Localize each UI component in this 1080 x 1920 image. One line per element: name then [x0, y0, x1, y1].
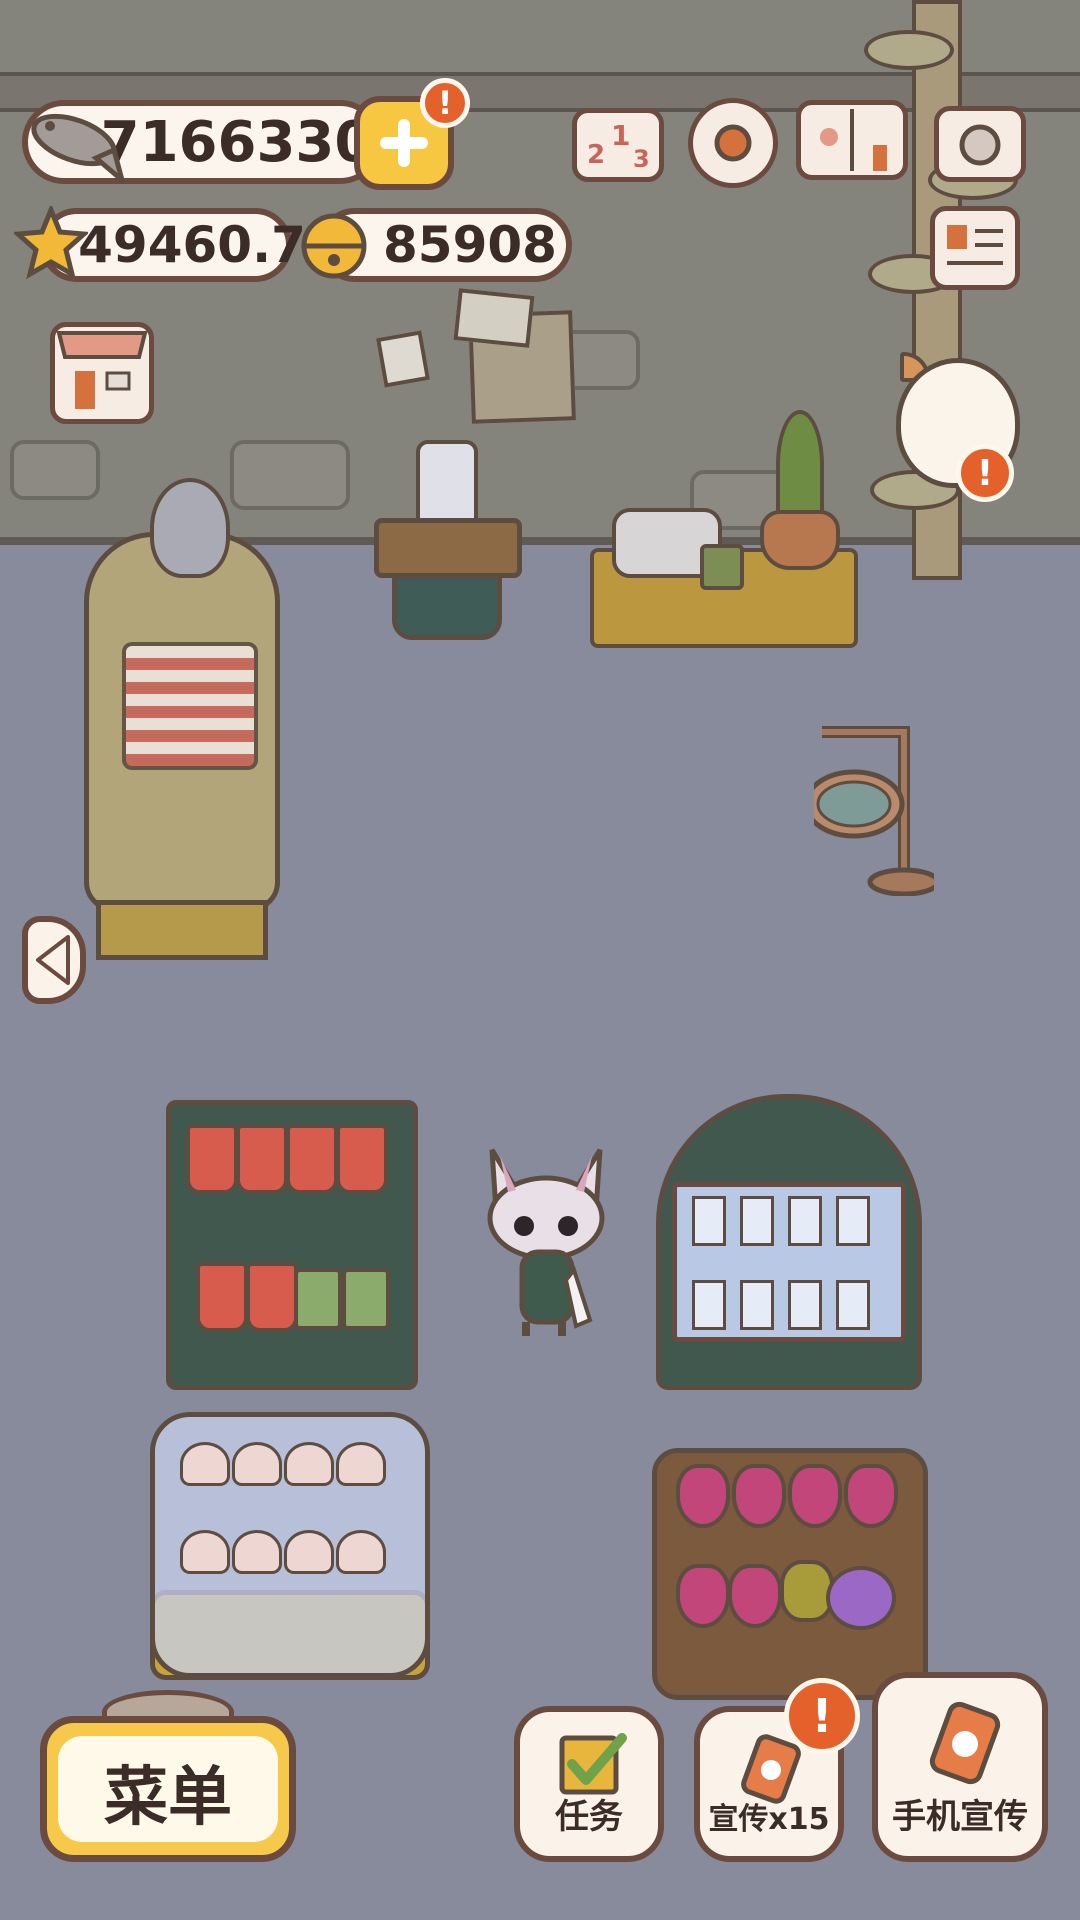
milk-carton — [740, 1196, 774, 1246]
cat-tree-step — [864, 30, 954, 70]
plant-pot — [760, 510, 840, 570]
ranking-icon[interactable]: 2 1 3 — [572, 108, 664, 182]
snack-cup — [196, 1262, 248, 1332]
phone-promote-button-label: 手机宣传 — [892, 1797, 1028, 1837]
milk-carton — [788, 1196, 822, 1246]
tea-cup — [700, 544, 744, 590]
ice-cream-cone — [336, 1530, 386, 1574]
tasks-button[interactable]: 任务 — [514, 1706, 664, 1862]
ice-cream-cone — [284, 1442, 334, 1486]
menu-button-label: 菜单 — [58, 1736, 278, 1842]
wall-stone — [230, 440, 350, 510]
phone-paw-icon — [741, 1734, 801, 1804]
phone-stand-base — [392, 574, 502, 640]
bell-icon — [301, 213, 367, 279]
phone-promote-button[interactable]: 手机宣传 — [872, 1672, 1048, 1862]
milk-carton — [788, 1280, 822, 1330]
storefront-icon — [56, 331, 148, 409]
ice-cream-cone — [180, 1530, 230, 1574]
scroll-left-button[interactable] — [22, 916, 86, 1004]
newspaper-lines-icon — [947, 225, 1003, 265]
camera-lens-icon — [959, 124, 1001, 166]
shop-icon[interactable] — [50, 322, 154, 424]
milk-carton — [836, 1280, 870, 1330]
milk-carton — [740, 1280, 774, 1330]
canned-food — [294, 1268, 342, 1330]
potted-plant-leaves — [776, 410, 824, 520]
fish-icon — [31, 113, 126, 184]
phone-paw-icon — [929, 1701, 1001, 1785]
plus-icon — [380, 119, 428, 167]
grapes — [826, 1566, 896, 1630]
clipboard-check-icon — [559, 1733, 627, 1795]
svg-text:2: 2 — [587, 140, 605, 170]
snack-cup — [236, 1124, 288, 1194]
milk-carton — [692, 1280, 726, 1330]
newspaper-icon[interactable] — [930, 206, 1020, 290]
settings-gear-icon[interactable] — [688, 98, 778, 188]
patron-cat-alert-badge: ! — [956, 444, 1014, 502]
snack-cup — [286, 1124, 338, 1194]
camera-icon[interactable] — [934, 106, 1026, 182]
pinned-note — [453, 288, 535, 348]
snack-cup — [186, 1124, 238, 1194]
milk-carton — [692, 1196, 726, 1246]
menu-button[interactable]: 菜单 — [40, 1716, 296, 1862]
paw-print-icon — [820, 109, 887, 171]
snack-cup — [336, 1124, 388, 1194]
left-arrow-icon — [36, 935, 70, 985]
milk-carton — [836, 1196, 870, 1246]
cat-sign-post — [814, 726, 934, 896]
dragonfruit — [676, 1464, 730, 1528]
ice-cream-cone — [232, 1530, 282, 1574]
promote-alert-badge: ! — [784, 1678, 860, 1754]
canned-food — [342, 1268, 390, 1330]
snack-cup — [246, 1262, 298, 1332]
svg-text:1: 1 — [611, 119, 630, 152]
gear-shape-icon — [714, 124, 752, 162]
ice-cream-cone — [284, 1530, 334, 1574]
paw-book-icon[interactable] — [796, 100, 908, 180]
phone-stand-top — [374, 518, 522, 578]
podium-icon: 2 1 3 — [587, 119, 650, 173]
wall-stone — [10, 440, 100, 500]
svg-text:3: 3 — [633, 145, 650, 173]
dragonfruit — [676, 1564, 730, 1628]
player-cat[interactable] — [478, 1140, 614, 1340]
add-fish-alert-badge: ! — [420, 78, 470, 128]
side-table-legs — [96, 900, 268, 960]
oil-lamp — [150, 478, 230, 578]
ice-cream-cone — [336, 1442, 386, 1486]
star-icon — [14, 206, 88, 280]
dragonfruit — [728, 1564, 782, 1628]
dragonfruit — [732, 1464, 786, 1528]
dragonfruit — [788, 1464, 842, 1528]
ice-cream-cone — [180, 1442, 230, 1486]
ice-cream-cone — [232, 1442, 282, 1486]
checked-tablecloth — [122, 642, 258, 770]
pinned-memo — [376, 330, 430, 388]
dragonfruit — [844, 1464, 898, 1528]
